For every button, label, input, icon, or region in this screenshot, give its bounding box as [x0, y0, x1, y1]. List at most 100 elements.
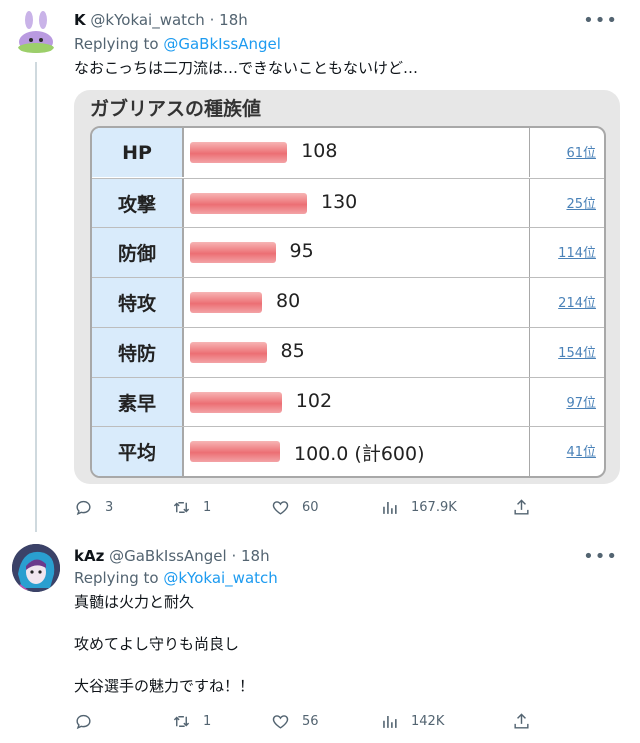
- mention-link[interactable]: @kYokai_watch: [163, 569, 277, 587]
- stat-row: 平均 100.0 (計600) 41位: [92, 426, 604, 476]
- views-icon: [383, 501, 397, 514]
- stat-rank-link[interactable]: 154位: [558, 342, 596, 361]
- stat-bar-cell: 102: [184, 377, 530, 427]
- reply-button[interactable]: 3: [74, 498, 113, 517]
- stat-rank-link[interactable]: 214位: [558, 292, 596, 311]
- views-icon: [383, 715, 397, 728]
- stat-row: 攻撃 130 25位: [92, 177, 604, 228]
- stat-label: 平均: [92, 427, 184, 476]
- author-name[interactable]: kAz: [74, 547, 104, 565]
- action-bar: 3 1 60 167.9K: [74, 498, 614, 518]
- stat-bar: [190, 391, 282, 413]
- heart-icon: [272, 501, 289, 515]
- avatar[interactable]: [12, 8, 60, 56]
- stat-row: 特防 85 154位: [92, 326, 604, 377]
- stat-label: 素早: [92, 377, 184, 427]
- stat-value: 95: [289, 240, 314, 263]
- stat-rank-link[interactable]: 25位: [566, 193, 596, 212]
- stat-label: HP: [92, 128, 184, 177]
- separator-dot: ·: [209, 11, 215, 29]
- author-name[interactable]: K: [74, 11, 86, 29]
- stat-bar-cell: 108: [184, 128, 530, 177]
- reply-icon: [76, 500, 91, 516]
- mention-link[interactable]: @GaBkIssAngel: [163, 35, 281, 53]
- stat-label: 攻撃: [92, 178, 184, 228]
- stat-row: HP 108 61位: [92, 128, 604, 177]
- stat-row: 特攻 80 214位: [92, 277, 604, 328]
- action-bar: 1 56 142K: [74, 712, 614, 732]
- stat-bar: [190, 242, 276, 264]
- stat-bar: [190, 341, 267, 363]
- card-title: ガブリアスの種族値: [90, 98, 262, 120]
- stat-label: 防御: [92, 228, 184, 278]
- stat-label: 特防: [92, 327, 184, 377]
- timestamp[interactable]: 18h: [219, 11, 248, 29]
- like-button[interactable]: 60: [271, 498, 319, 517]
- retweet-button[interactable]: 1: [172, 498, 211, 517]
- tweet-header: kAz @GaBkIssAngel · 18h: [74, 546, 270, 566]
- views-button[interactable]: 142K: [380, 712, 444, 731]
- goomy-avatar-icon: [12, 8, 60, 56]
- stat-bar-cell: 95: [184, 228, 530, 278]
- like-count: 56: [302, 714, 319, 729]
- stat-bar: [190, 192, 307, 214]
- retweet-icon: [173, 502, 190, 513]
- views-button[interactable]: 167.9K: [380, 498, 457, 517]
- stat-bar: [190, 292, 262, 314]
- stat-value: 100.0 (計600): [294, 443, 425, 466]
- thread-line: [35, 62, 37, 532]
- replying-to: Replying to @GaBkIssAngel: [74, 34, 281, 54]
- stat-label: 特攻: [92, 278, 184, 328]
- tweet-header: K @kYokai_watch · 18h: [74, 10, 248, 30]
- retweet-count: 1: [203, 714, 212, 729]
- share-icon: [514, 713, 529, 729]
- more-icon[interactable]: •••: [583, 546, 618, 567]
- more-icon[interactable]: •••: [583, 10, 618, 31]
- stat-rank-link[interactable]: 41位: [566, 441, 596, 460]
- tweet[interactable]: kAz @GaBkIssAngel · 18h ••• Replying to …: [0, 536, 640, 743]
- author-handle[interactable]: @kYokai_watch: [90, 11, 204, 29]
- view-count: 142K: [411, 714, 445, 729]
- stat-value: 108: [301, 140, 338, 162]
- reply-count: 3: [105, 500, 114, 515]
- stat-value: 85: [280, 339, 305, 362]
- view-count: 167.9K: [411, 500, 457, 515]
- like-count: 60: [302, 500, 319, 515]
- stat-row: 防御 95 114位: [92, 227, 604, 278]
- stat-bar: [190, 142, 288, 163]
- avatar[interactable]: [12, 544, 60, 592]
- character-avatar-icon: [12, 544, 60, 592]
- replying-to: Replying to @kYokai_watch: [74, 568, 278, 588]
- tweet-text: なおこっちは二刀流は…できないこともないけど…: [74, 59, 418, 77]
- author-handle[interactable]: @GaBkIssAngel: [109, 547, 227, 565]
- stat-value: 80: [276, 290, 301, 313]
- share-icon: [514, 499, 529, 515]
- stat-rank-link[interactable]: 114位: [558, 242, 596, 261]
- reply-icon: [76, 714, 91, 730]
- retweet-count: 1: [203, 500, 212, 515]
- stat-row: 素早 102 97位: [92, 376, 604, 427]
- share-button[interactable]: [512, 712, 543, 731]
- timestamp[interactable]: 18h: [241, 547, 270, 565]
- stat-bar-cell: 80: [184, 278, 530, 328]
- tweet[interactable]: K @kYokai_watch · 18h ••• Replying to @G…: [0, 0, 640, 532]
- like-button[interactable]: 56: [271, 712, 319, 731]
- heart-icon: [272, 715, 289, 729]
- separator-dot: ·: [231, 547, 237, 565]
- share-button[interactable]: [512, 498, 543, 517]
- tweet-text-line: 攻めてよし守りも尚良し: [74, 635, 240, 653]
- attached-image[interactable]: ガブリアスの種族値 HP 108 61位攻撃 130 25位防御 95 114位特攻 80 21…: [74, 90, 620, 484]
- stat-bar: [190, 441, 280, 463]
- reply-button[interactable]: [74, 712, 105, 731]
- stat-rank-link[interactable]: 97位: [566, 392, 596, 411]
- replying-label: Replying to: [74, 569, 159, 587]
- retweet-button[interactable]: 1: [172, 712, 211, 731]
- stat-value: 130: [321, 190, 358, 213]
- tweet-text-line: 大谷選手の魅力ですね！！: [74, 677, 255, 695]
- retweet-icon: [173, 716, 190, 727]
- tweet-text-line: 真髄は火力と耐久: [74, 593, 195, 611]
- stat-bar-cell: 100.0 (計600): [184, 427, 530, 476]
- replying-label: Replying to: [74, 35, 159, 53]
- stat-rank-link[interactable]: 61位: [566, 142, 596, 161]
- stat-value: 102: [295, 389, 333, 412]
